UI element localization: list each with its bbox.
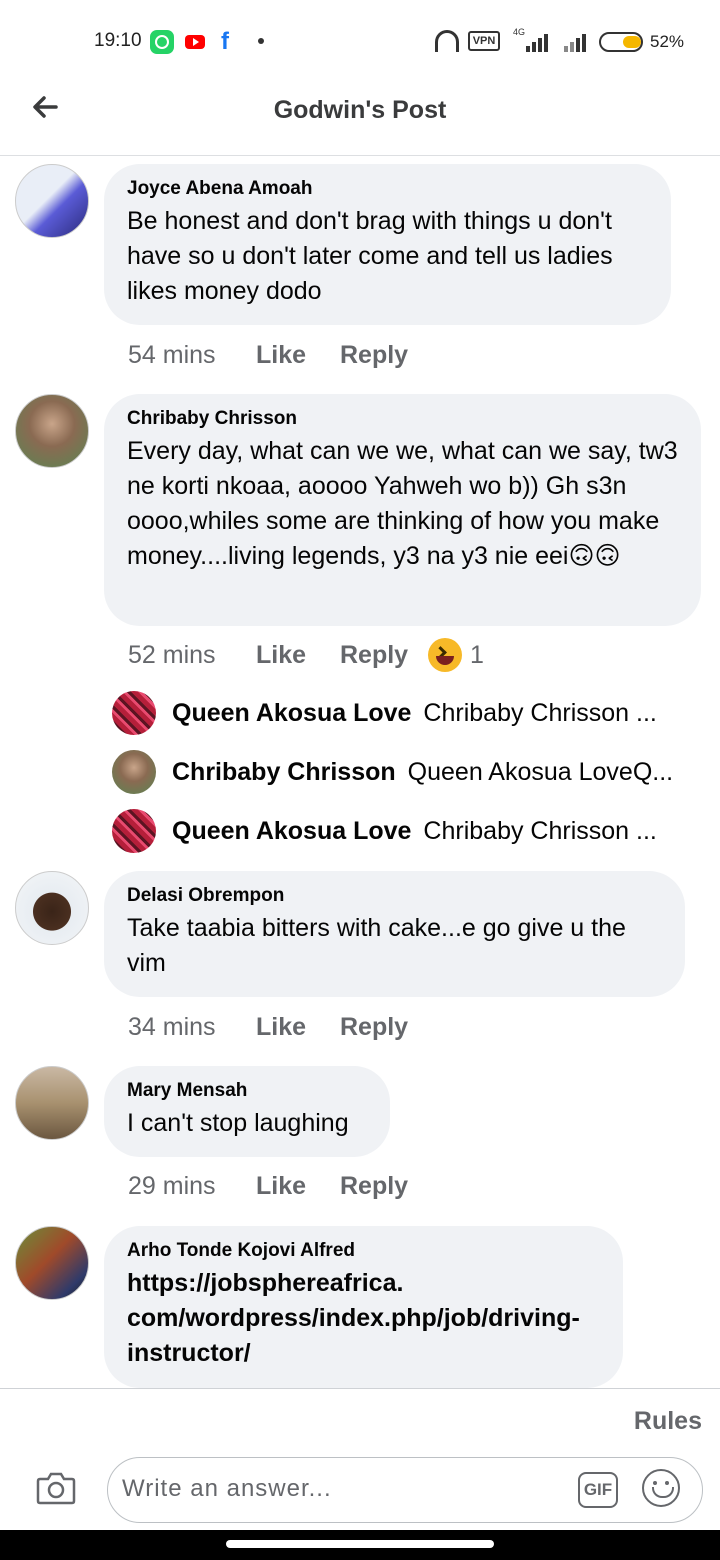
comment-author[interactable]: Joyce Abena Amoah xyxy=(127,178,649,200)
facebook-icon: f xyxy=(221,28,229,55)
comment-actions: 34 mins Like Reply xyxy=(128,1010,428,1044)
battery-icon xyxy=(599,32,643,52)
comment-text: Take taabia bitters with cake...e go giv… xyxy=(127,914,626,977)
comment-text: Every day, what can we we, what can we s… xyxy=(127,437,678,570)
avatar[interactable] xyxy=(15,871,89,945)
like-button[interactable]: Like xyxy=(256,641,340,670)
avatar[interactable] xyxy=(112,750,156,794)
like-button[interactable]: Like xyxy=(256,1013,340,1042)
comment-text: Be honest and don't brag with things u d… xyxy=(127,207,613,305)
avatar[interactable] xyxy=(112,691,156,735)
reaction-count[interactable]: 1 xyxy=(470,641,484,670)
signal-icon xyxy=(522,32,552,52)
comment-link[interactable]: https://jobsphereafrica. com/wordpress/i… xyxy=(127,1266,601,1371)
comment-author[interactable]: Chribaby Chrisson xyxy=(127,408,679,430)
navigation-bar xyxy=(0,1530,720,1560)
signal-icon xyxy=(560,32,590,52)
comment-text: I can't stop laughing xyxy=(127,1109,349,1137)
comment-time: 34 mins xyxy=(128,1012,216,1041)
comment-time: 29 mins xyxy=(128,1171,216,1200)
comment-actions: 54 mins Like Reply xyxy=(128,338,428,372)
rules-link[interactable]: Rules xyxy=(634,1407,702,1436)
reply-author[interactable]: Queen Akosua Love xyxy=(172,699,411,728)
comment-time: 52 mins xyxy=(128,640,216,669)
page-title: Godwin's Post xyxy=(273,96,447,124)
comment-author[interactable]: Delasi Obrempon xyxy=(127,885,663,907)
vpn-icon: VPN xyxy=(468,31,500,51)
comment-bubble: Arho Tonde Kojovi Alfred https://jobsphe… xyxy=(104,1226,623,1388)
composer-area: Rules Write an answer... GIF xyxy=(0,1388,720,1530)
reply-snippet: Queen Akosua LoveQ... xyxy=(407,757,674,786)
reply-button[interactable]: Reply xyxy=(340,341,428,370)
reply-snippet: Chribaby Chrisson ... xyxy=(423,698,657,727)
reply-author[interactable]: Chribaby Chrisson xyxy=(172,758,396,787)
dot-icon xyxy=(258,38,264,44)
comment-time: 54 mins xyxy=(128,340,216,369)
reply-snippet: Chribaby Chrisson ... xyxy=(423,816,657,845)
comment-author[interactable]: Arho Tonde Kojovi Alfred xyxy=(127,1240,601,1262)
comment-actions: 52 mins Like Reply 1 xyxy=(128,638,484,672)
header: Godwin's Post xyxy=(0,80,720,156)
reply-preview[interactable]: Queen Akosua Love Chribaby Chrisson ... xyxy=(112,690,692,736)
avatar[interactable] xyxy=(15,164,89,238)
youtube-icon xyxy=(185,35,205,49)
avatar[interactable] xyxy=(15,394,89,468)
avatar[interactable] xyxy=(15,1226,89,1300)
comment-bubble: Mary Mensah I can't stop laughing xyxy=(104,1066,390,1157)
comment-author[interactable]: Mary Mensah xyxy=(127,1080,368,1102)
camera-icon[interactable] xyxy=(36,1471,76,1505)
headphones-icon xyxy=(435,30,459,52)
comment-bubble: Joyce Abena Amoah Be honest and don't br… xyxy=(104,164,671,325)
reply-button[interactable]: Reply xyxy=(340,641,428,670)
avatar[interactable] xyxy=(112,809,156,853)
comment-bubble: Delasi Obrempon Take taabia bitters with… xyxy=(104,871,685,997)
answer-placeholder: Write an answer... xyxy=(122,1475,332,1502)
gif-icon[interactable]: GIF xyxy=(578,1472,618,1508)
like-button[interactable]: Like xyxy=(256,1172,340,1201)
status-bar: 19:10 f VPN 4G 52% xyxy=(0,0,720,80)
status-time: 19:10 xyxy=(94,30,142,51)
battery-percent: 52% xyxy=(650,32,685,51)
haha-reaction-icon[interactable] xyxy=(428,638,462,672)
answer-input[interactable]: Write an answer... GIF xyxy=(107,1457,703,1523)
reply-button[interactable]: Reply xyxy=(340,1013,428,1042)
home-indicator[interactable] xyxy=(226,1540,494,1548)
reply-preview[interactable]: Queen Akosua Love Chribaby Chrisson ... xyxy=(112,808,692,854)
comment-bubble: Chribaby Chrisson Every day, what can we… xyxy=(104,394,701,626)
avatar[interactable] xyxy=(15,1066,89,1140)
reply-author[interactable]: Queen Akosua Love xyxy=(172,817,411,846)
reply-preview[interactable]: Chribaby Chrisson Queen Akosua LoveQ... xyxy=(112,749,692,795)
reply-button[interactable]: Reply xyxy=(340,1172,428,1201)
whatsapp-icon xyxy=(150,30,174,54)
comment-actions: 29 mins Like Reply xyxy=(128,1169,428,1203)
like-button[interactable]: Like xyxy=(256,341,340,370)
emoji-icon[interactable] xyxy=(642,1469,680,1507)
